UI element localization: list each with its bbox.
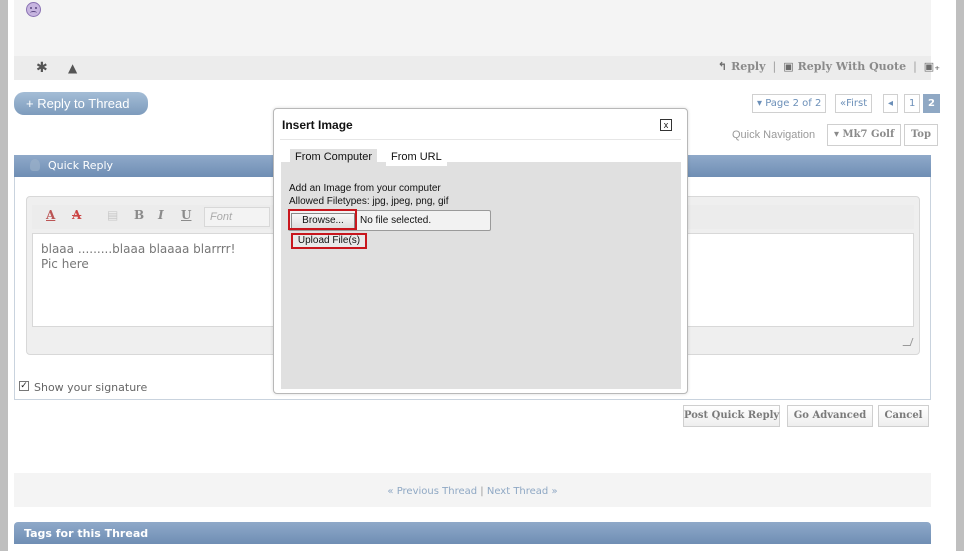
show-signature-label: Show your signature [34,381,148,394]
allowed-filetypes-text: Allowed Filetypes: jpg, jpeg, png, gif [289,196,449,207]
tab-from-url[interactable]: From URL [386,149,447,166]
action-separator: | [913,60,917,73]
add-image-instruction: Add an Image from your computer [289,183,441,194]
insert-image-dialog: Insert Image x From Computer From URL Ad… [273,108,688,394]
reply-icon: ↰ [717,60,728,73]
underline-button[interactable]: U [181,208,191,222]
page-link-1[interactable]: 1 [904,94,921,113]
font-color-icon[interactable]: A [46,208,55,222]
prev-page-link[interactable]: ◂ [883,94,899,113]
page-link-2: 2 [923,94,940,113]
quick-navigation-label: Quick Navigation [732,129,816,141]
close-icon[interactable]: x [660,119,672,131]
font-select[interactable]: Font [204,207,270,227]
quick-reply-title: Quick Reply [48,159,114,172]
post-quick-reply-button[interactable]: Post Quick Reply [683,405,780,427]
page-indicator[interactable]: ▾ Page 2 of 2 [752,94,827,113]
upload-files-button[interactable]: Upload File(s) [291,233,367,249]
reply-to-thread-button[interactable]: + Reply to Thread [14,92,148,115]
previous-thread-link[interactable]: « Previous Thread [387,486,477,497]
frown-smiley-icon [26,2,41,17]
no-file-selected-text: No file selected. [360,215,432,226]
first-page-link[interactable]: «First [835,94,873,113]
go-advanced-button[interactable]: Go Advanced [787,405,873,427]
quote-bubble-icon: ▣ [783,60,794,73]
thread-nav-separator: | [480,486,484,497]
tags-header [14,522,931,544]
cancel-button[interactable]: Cancel [878,405,929,427]
italic-button[interactable]: I [158,208,164,222]
reply-with-quote-link[interactable]: Reply With Quote [798,60,906,73]
forum-jump-select[interactable]: ▾ Mk7 Golf [827,124,902,146]
show-signature-checkbox[interactable]: ✓ [19,381,29,391]
reply-link[interactable]: Reply [731,60,765,73]
tags-title: Tags for this Thread [24,527,149,540]
post-actions: ↰ Reply | ▣ Reply With Quote | ▣₊ [718,60,944,73]
next-thread-link[interactable]: Next Thread » [487,486,558,497]
bold-button[interactable]: B [134,208,144,222]
message-line: blaaa .........blaaa blaaaa blarrrr! [41,242,236,256]
action-separator: | [772,60,777,73]
multiquote-plus-icon[interactable]: ▣₊ [924,60,940,73]
tab-from-computer[interactable]: From Computer [290,149,378,166]
thread-navigation: « Previous Thread | Next Thread » [14,486,931,497]
star-icon[interactable]: ✱ [36,60,48,76]
dialog-divider [280,139,681,140]
remove-format-icon[interactable]: A [72,208,81,222]
warning-icon[interactable]: ▲ [68,61,77,75]
top-link[interactable]: Top [904,124,938,146]
paste-icon[interactable]: ▤ [107,208,118,222]
dialog-title: Insert Image [282,118,353,132]
lightbulb-icon [30,159,40,171]
post-body [14,0,931,56]
message-line: Pic here [41,257,89,271]
browse-highlight-box [288,209,357,230]
